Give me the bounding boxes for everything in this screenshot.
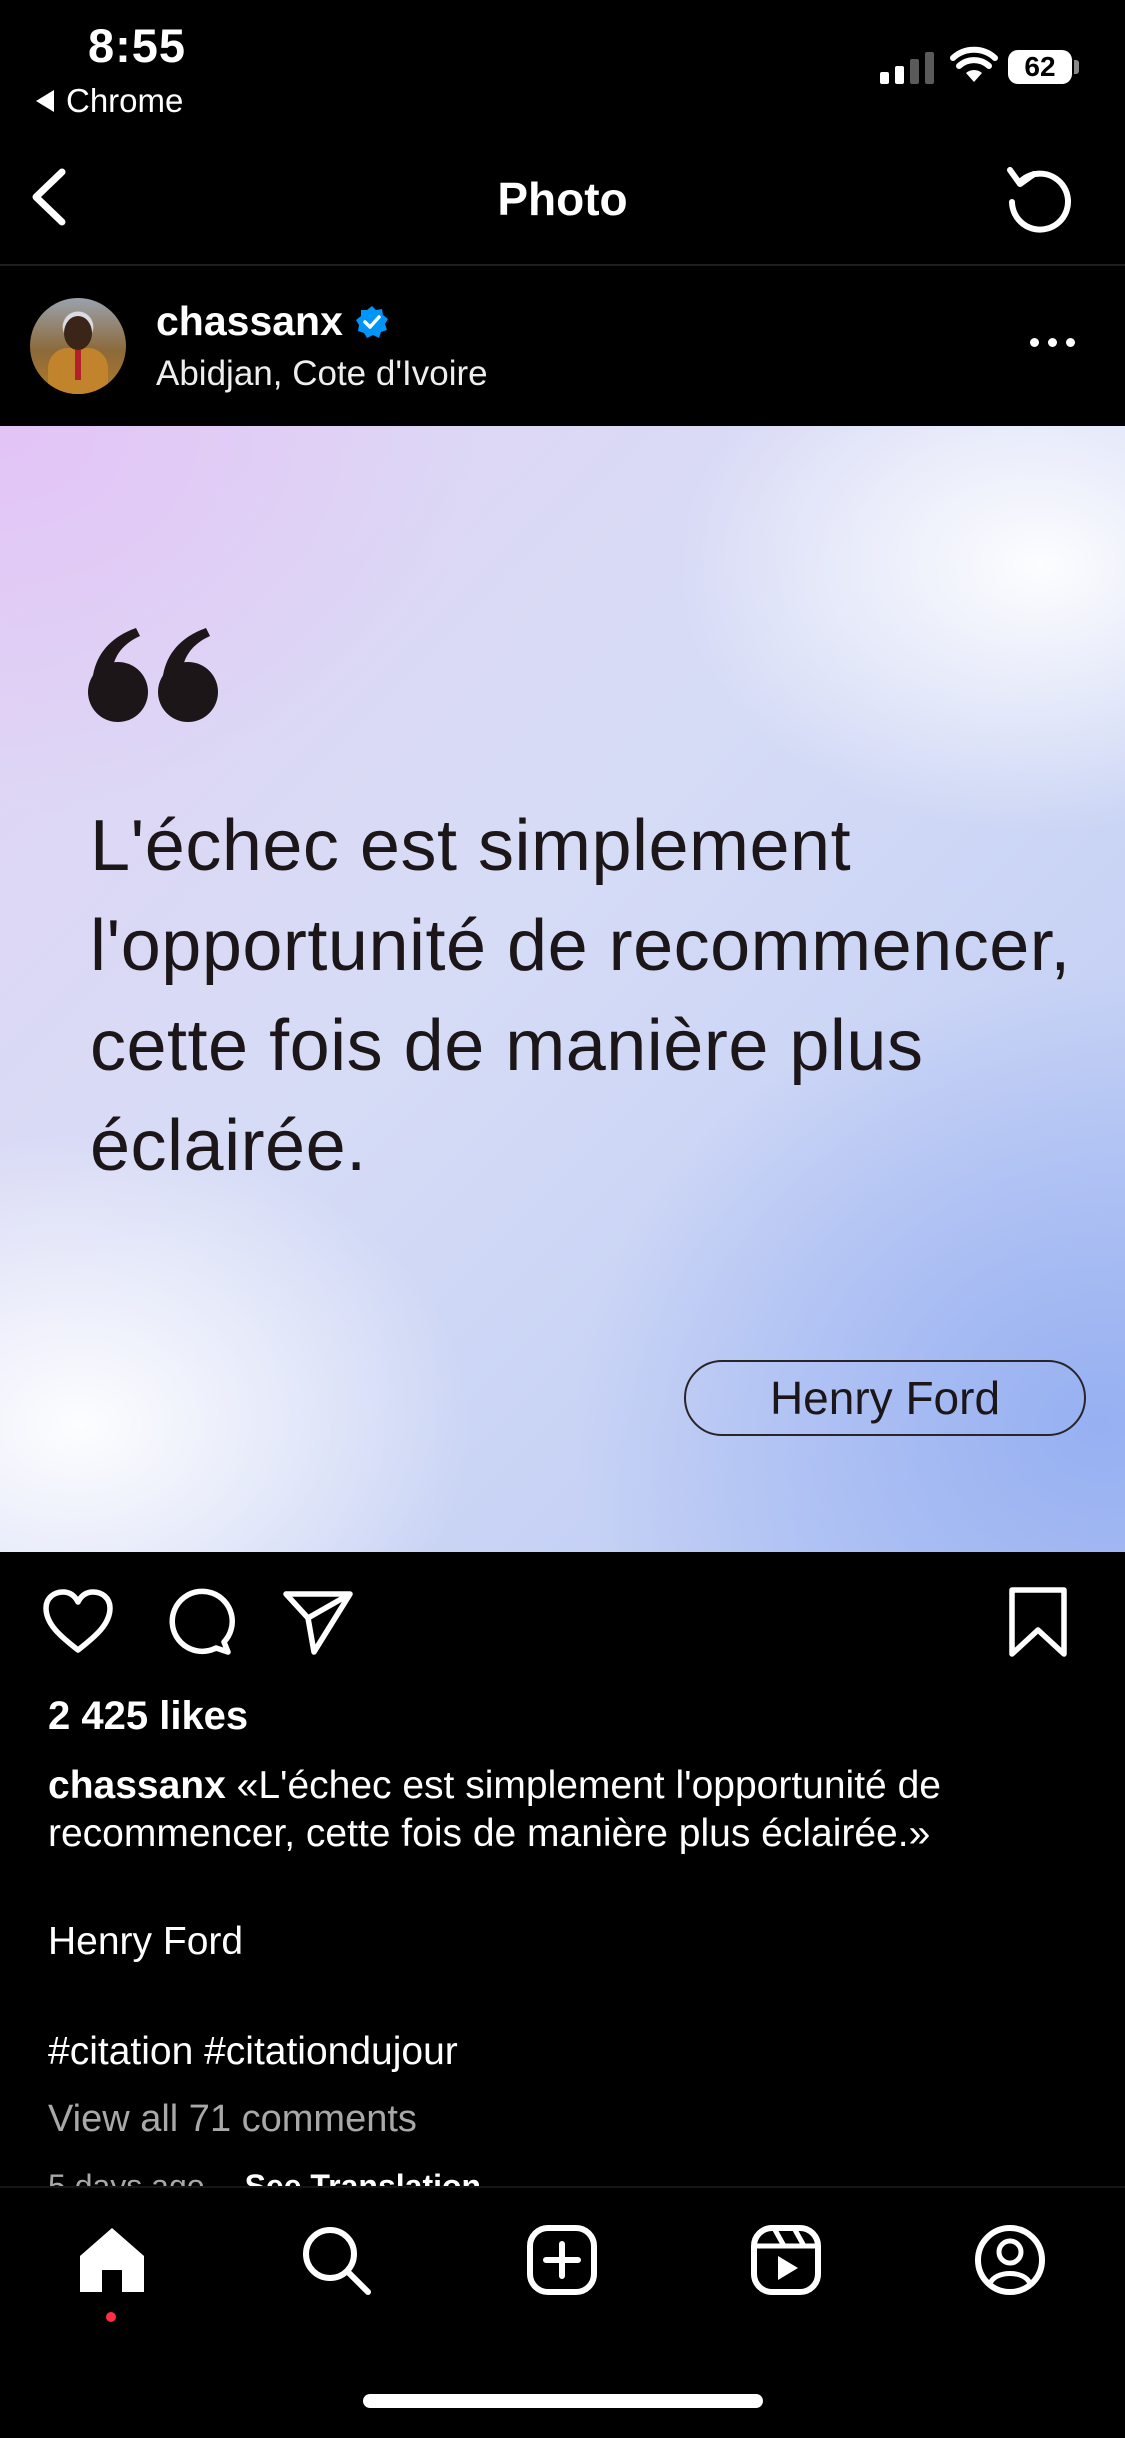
profile-icon[interactable]: [972, 2222, 1048, 2298]
battery-tip: [1074, 60, 1079, 74]
wifi-icon: [950, 46, 998, 82]
battery-icon: 62: [1008, 50, 1072, 84]
page-title: Photo: [497, 173, 628, 225]
caption-author: Henry Ford: [48, 1920, 244, 1963]
back-triangle-icon: [36, 90, 54, 112]
status-time: 8:55: [88, 19, 187, 72]
avatar[interactable]: [30, 298, 126, 394]
quote-author-pill: Henry Ford: [684, 1360, 1086, 1436]
refresh-icon[interactable]: [1000, 160, 1080, 240]
view-comments-link[interactable]: View all 71 comments: [48, 2098, 417, 2141]
more-horizontal-icon[interactable]: [1030, 338, 1075, 347]
username-label: chassanx: [156, 298, 343, 344]
avatar-tie: [75, 350, 81, 380]
cellular-signal-icon: [880, 48, 934, 84]
nav-divider: [0, 264, 1125, 266]
create-icon[interactable]: [524, 2222, 600, 2298]
post-location[interactable]: Abidjan, Cote d'Ivoire: [156, 354, 488, 394]
post-caption: chassanx «L'échec est simplement l'oppor…: [48, 1762, 1088, 1858]
post-time-ago: 5 days ago: [48, 2168, 205, 2186]
send-icon[interactable]: [280, 1584, 356, 1660]
verified-badge-icon: [355, 305, 388, 338]
bookmark-icon[interactable]: [1000, 1584, 1076, 1660]
post-meta: 5 days ago See Translation: [48, 2168, 481, 2186]
back-to-app-link[interactable]: Chrome: [36, 82, 183, 120]
heart-icon[interactable]: [40, 1584, 116, 1660]
quote-mark-icon: [88, 628, 218, 722]
home-indicator[interactable]: [363, 2394, 763, 2408]
caption-hashtags[interactable]: #citation #citationdujour: [48, 2030, 458, 2074]
quote-text: L'échec est simplement l'opportunité de …: [90, 806, 1071, 1186]
caption-username[interactable]: chassanx: [48, 1764, 226, 1807]
see-translation-link[interactable]: See Translation: [245, 2168, 482, 2186]
post-username[interactable]: chassanx: [156, 298, 389, 345]
likes-count[interactable]: 2 425 likes: [48, 1694, 248, 1739]
reels-icon[interactable]: [748, 2222, 824, 2298]
post-image[interactable]: L'échec est simplement l'opportunité de …: [0, 426, 1125, 1552]
comment-icon[interactable]: [160, 1584, 236, 1660]
notification-dot: [106, 2312, 116, 2322]
avatar-head: [64, 316, 92, 350]
home-icon[interactable]: [74, 2222, 150, 2298]
search-icon[interactable]: [298, 2222, 374, 2298]
back-app-label: Chrome: [66, 82, 184, 119]
